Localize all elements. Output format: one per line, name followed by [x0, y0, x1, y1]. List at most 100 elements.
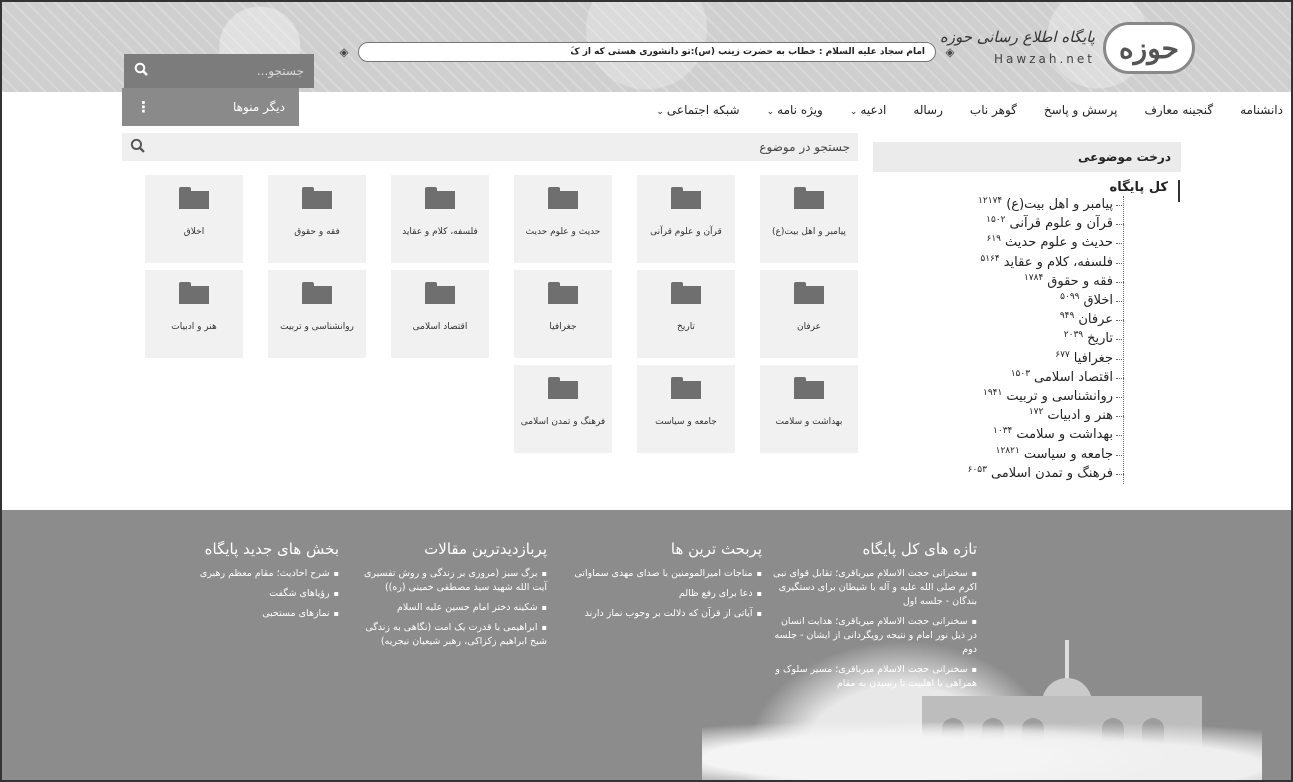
- footer-latest-list: سخنرانی حجت الاسلام میرباقری؛ تقابل قوای…: [772, 567, 977, 717]
- tree-item[interactable]: جامعه و سیاست۱۲۸۲۱: [880, 446, 1124, 465]
- folder-tile[interactable]: جامعه و سیاست: [637, 365, 735, 453]
- folder-label: حدیث و علوم حدیث: [525, 227, 601, 237]
- tree-item-label: اخلاق: [1083, 293, 1114, 309]
- footer-sections-list: شرح احادیث؛ مقام معظم رهبری رؤیاهای شگفت…: [164, 567, 339, 621]
- tree-item[interactable]: تاریخ۲۰۳۹: [880, 330, 1124, 349]
- footer-link[interactable]: ابراهیمی با قدرت یک امت (نگاهی به زندگی …: [347, 621, 547, 649]
- footer-discussed-list: مناجات امیرالمومنین با صدای مهدی سماواتی…: [562, 567, 762, 621]
- more-menus-label: دیگر منوها: [233, 100, 285, 114]
- footer-link[interactable]: شکینه دختر امام حسین علیه السلام: [347, 601, 547, 615]
- folder-label: قرآن و علوم قرآنی: [650, 227, 722, 237]
- tree-item-label: جامعه و سیاست: [1023, 446, 1113, 462]
- footer-link[interactable]: سخنرانی حجت الاسلام میرباقری؛ تقابل قوای…: [772, 567, 977, 609]
- footer-link[interactable]: مناجات امیرالمومنین با صدای مهدی سماواتی: [562, 567, 762, 581]
- footer-link[interactable]: سخنرانی حجت الاسلام میرباقری؛ هدایت انسا…: [772, 615, 977, 657]
- tree-item[interactable]: بهداشت و سلامت۱۰۳۴: [880, 426, 1124, 445]
- tree-item-label: فلسفه، کلام و عقاید: [1003, 254, 1113, 270]
- tree-item[interactable]: جغرافیا۶۷۷: [880, 349, 1124, 369]
- footer-link[interactable]: رؤیاهای شگفت: [164, 587, 339, 601]
- folder-tile[interactable]: فرهنگ و تمدن اسلامی: [514, 365, 612, 453]
- tree-item[interactable]: هنر و ادبیات۱۷۲: [880, 407, 1124, 426]
- search-icon[interactable]: [130, 138, 145, 157]
- nav-item-label: گنجینه معارف: [1144, 103, 1214, 117]
- folder-tile[interactable]: اقتصاد اسلامی: [391, 270, 489, 358]
- footer-link[interactable]: شرح احادیث؛ مقام معظم رهبری: [164, 567, 339, 581]
- folder-label: روانشناسی و تربیت: [280, 322, 354, 332]
- topic-tree-title: درخت موضوعی: [873, 142, 1181, 172]
- tree-item[interactable]: فقه و حقوق۱۷۸۴: [880, 272, 1124, 292]
- ticker-ornament-left-icon: ◈: [339, 45, 349, 59]
- folder-tile[interactable]: فقه و حقوق: [268, 175, 366, 263]
- cloud-illustration: [702, 710, 1262, 780]
- folder-tile[interactable]: حدیث و علوم حدیث: [514, 175, 612, 263]
- folder-label: اخلاق: [183, 227, 205, 237]
- nav-item-qa[interactable]: پرسش و پاسخ: [1044, 103, 1118, 117]
- tree-item-label: فقه و حقوق: [1047, 273, 1113, 289]
- folder-tile[interactable]: جغرافیا: [514, 270, 612, 358]
- footer-link[interactable]: برگ سبز (مروری بر زندگی و روش تفسیری آیت…: [347, 567, 547, 595]
- tree-item[interactable]: حدیث و علوم حدیث ۶۱۹: [880, 234, 1124, 253]
- news-ticker[interactable]: ◈ امام سجاد علیه السلام : خطاب به حضرت ز…: [332, 40, 962, 64]
- folder-tile[interactable]: هنر و ادبیات: [145, 270, 243, 358]
- footer-visited-title: پربازدیدترین مقالات: [424, 540, 547, 558]
- footer-visited: پربازدیدترین مقالات برگ سبز (مروری بر زن…: [347, 540, 547, 655]
- folder-tile[interactable]: بهداشت و سلامت: [760, 365, 858, 453]
- more-menus-button[interactable]: دیگر منوها ⋮: [122, 88, 299, 126]
- folder-tile[interactable]: فلسفه، کلام و عقاید: [391, 175, 489, 263]
- footer-link[interactable]: نمازهای مستحبی: [164, 607, 339, 621]
- tree-item[interactable]: قرآن و علوم قرآنی۱۵۰۲: [880, 215, 1124, 234]
- footer-discussed: پربحث ترین ها مناجات امیرالمومنین با صدا…: [562, 540, 762, 627]
- tree-item-count: ۱۹۴۱: [983, 388, 1003, 399]
- folder-tile[interactable]: تاریخ: [637, 270, 735, 358]
- nav-item-resaleh[interactable]: رساله: [913, 103, 943, 117]
- tree-item-count: ۱۲۱۷۴: [978, 196, 1003, 206]
- folder-icon: [425, 282, 455, 304]
- header-search-input[interactable]: [152, 64, 304, 78]
- nav-item-social[interactable]: شبکه اجتماعی⌄: [656, 103, 739, 117]
- chevron-down-icon: ⌄: [656, 107, 664, 117]
- logo-latin: Hawzah.net: [994, 52, 1095, 66]
- folder-label: جغرافیا: [549, 322, 577, 332]
- nav-item-special[interactable]: ویژه نامه⌄: [767, 103, 823, 117]
- tree-root[interactable]: کل پایگاه: [880, 180, 1170, 195]
- folder-tile[interactable]: قرآن و علوم قرآنی: [637, 175, 735, 263]
- tree-item-label: تاریخ: [1087, 331, 1113, 347]
- topic-search-input[interactable]: [145, 140, 850, 154]
- folder-label: پیامبر و اهل بیت(ع): [772, 227, 846, 237]
- footer-sections: بخش های جدید پایگاه شرح احادیث؛ مقام معظ…: [164, 540, 339, 627]
- nav-item-treasury[interactable]: گنجینه معارف: [1144, 103, 1213, 117]
- ticker-text[interactable]: امام سجاد علیه السلام : خطاب به حضرت زین…: [358, 42, 936, 62]
- folder-tile[interactable]: روانشناسی و تربیت: [268, 270, 366, 358]
- tree-item[interactable]: اخلاق۵۰۹۹: [880, 292, 1124, 311]
- tree-item-count: ۱۰۳۴: [993, 426, 1013, 437]
- nav-item-label: ویژه نامه: [777, 103, 823, 117]
- header-search: [124, 54, 314, 88]
- tree-item-label: حدیث و علوم حدیث: [1005, 235, 1113, 251]
- nav-item-prayers[interactable]: ادعیه⌄: [850, 103, 886, 117]
- footer-link[interactable]: دعا برای رفع ظالم: [562, 587, 762, 601]
- folder-icon: [179, 187, 209, 209]
- folder-tile[interactable]: عرفان: [760, 270, 858, 358]
- site-header: حوزه پایگاه اطلاع رسانی حوزه Hawzah.net …: [2, 2, 1291, 92]
- tree-item[interactable]: پیامبر و اهل بیت(ع)۱۲۱۷۴: [880, 196, 1124, 215]
- folder-label: تاریخ: [677, 322, 695, 332]
- tree-item[interactable]: فلسفه، کلام و عقاید۵۱۶۴: [880, 254, 1124, 273]
- nav-item-encyclopedia[interactable]: دانشنامه: [1240, 103, 1283, 117]
- site-logo[interactable]: حوزه پایگاه اطلاع رسانی حوزه Hawzah.net: [940, 22, 1195, 76]
- folder-label: اقتصاد اسلامی: [412, 322, 468, 332]
- tree-item[interactable]: عرفان۹۴۹: [880, 311, 1124, 330]
- footer-link[interactable]: سخنرانی حجت الاسلام میرباقری؛ مسیر سلوک …: [772, 663, 977, 691]
- tree-item-count: ۱۷۸۴: [1023, 272, 1044, 283]
- nav-item-gohar[interactable]: گوهر ناب: [970, 103, 1017, 117]
- folder-tile[interactable]: پیامبر و اهل بیت(ع): [760, 175, 858, 263]
- folder-tile[interactable]: اخلاق: [145, 175, 243, 263]
- tree-item[interactable]: اقتصاد اسلامی۱۵۰۳: [880, 369, 1124, 388]
- footer-discussed-title: پربحث ترین ها: [670, 540, 762, 558]
- footer-link[interactable]: آیاتی از قرآن که دلالت بر وجوب نماز دارن…: [562, 607, 762, 621]
- search-icon[interactable]: [134, 62, 152, 80]
- chevron-down-icon: ⌄: [766, 107, 775, 117]
- more-vertical-icon: ⋮: [136, 98, 151, 116]
- tree-item[interactable]: روانشناسی و تربیت۱۹۴۱: [880, 388, 1124, 407]
- tree-item[interactable]: فرهنگ و تمدن اسلامی۶۰۵۳: [880, 465, 1124, 484]
- tree-item-count: ۶۷۷: [1055, 349, 1070, 360]
